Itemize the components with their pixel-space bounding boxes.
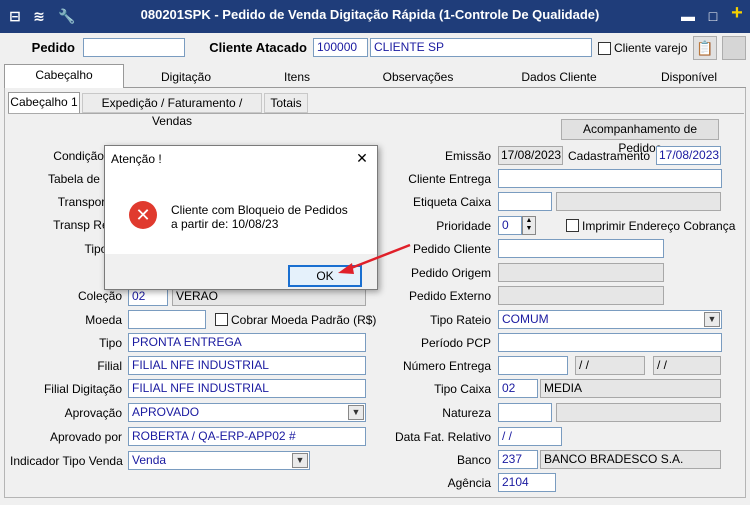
indicador-label: Indicador Tipo Venda xyxy=(10,454,123,468)
moeda-label: Moeda xyxy=(85,313,122,327)
indicador-value: Venda xyxy=(132,453,167,467)
tab-disponivel[interactable]: Disponível xyxy=(630,67,748,88)
chevron-down-icon[interactable]: ▼ xyxy=(348,405,364,420)
cliente-varejo-label: Cliente varejo xyxy=(614,41,688,55)
pedido-externo-field xyxy=(498,286,664,305)
close-icon[interactable]: ✕ xyxy=(353,150,371,167)
clipboard-icon[interactable]: 📋 xyxy=(693,36,717,60)
cliente-entrega-label: Cliente Entrega xyxy=(408,172,491,186)
agencia-input[interactable]: 2104 xyxy=(498,473,556,492)
tipo-rateio-value: COMUM xyxy=(502,312,549,326)
cliente-varejo-checkbox[interactable] xyxy=(598,42,611,55)
etiqueta-label: Etiqueta Caixa xyxy=(412,195,491,209)
tipo-rateio-select[interactable]: COMUM ▼ xyxy=(498,310,722,329)
chevron-down-icon[interactable]: ▼ xyxy=(292,453,308,468)
imprimir-label: Imprimir Endereço Cobrança xyxy=(582,219,736,233)
dialog-message-line1: Cliente com Bloqueio de Pedidos xyxy=(171,203,348,217)
tipo-label: Tipo xyxy=(99,336,122,350)
cliente-entrega-input[interactable] xyxy=(498,169,722,188)
window-title: 080201SPK - Pedido de Venda Digitação Rá… xyxy=(140,7,600,22)
numero-entrega-label: Número Entrega xyxy=(402,359,491,373)
cadastramento-field[interactable]: 17/08/2023 xyxy=(656,146,721,165)
filial-digitacao-label: Filial Digitação xyxy=(43,382,122,396)
aprovacao-select[interactable]: APROVADO ▼ xyxy=(128,403,366,422)
aprovado-por-label: Aprovado por xyxy=(49,430,122,444)
subtab-totais[interactable]: Totais xyxy=(264,93,308,113)
agencia-label: Agência xyxy=(447,476,491,490)
title-bar: ⊟ ≋ 🔧 080201SPK - Pedido de Venda Digita… xyxy=(0,0,750,33)
extra-button[interactable] xyxy=(722,36,746,60)
tab-observacoes[interactable]: Observações xyxy=(348,67,488,88)
banco-label: Banco xyxy=(456,453,491,467)
dialog-message-line2: a partir de: 10/08/23 xyxy=(171,217,279,231)
tab-cabecalho[interactable]: Cabeçalho xyxy=(4,64,124,88)
cliente-code-input[interactable]: 100000 xyxy=(313,38,368,57)
aprovacao-label: Aprovação xyxy=(64,406,122,420)
cliente-atacado-label: Cliente Atacado xyxy=(209,40,307,55)
emissao-label: Emissão xyxy=(444,149,491,163)
tipo-input[interactable]: PRONTA ENTREGA xyxy=(128,333,366,352)
entrega-date-1: / / xyxy=(575,356,645,375)
cadastramento-label: Cadastramento xyxy=(568,149,651,163)
etiqueta-name-field xyxy=(556,192,721,211)
pedido-label: Pedido xyxy=(31,40,75,55)
subtab-divider xyxy=(8,113,744,114)
minimize-button[interactable]: ▬ xyxy=(679,8,697,24)
entrega-date-2: / / xyxy=(653,356,721,375)
tab-dados-cliente[interactable]: Dados Cliente xyxy=(490,67,628,88)
natureza-name-field xyxy=(556,403,721,422)
prioridade-stepper[interactable]: 0 xyxy=(498,216,522,235)
cobrar-moeda-checkbox[interactable] xyxy=(215,313,228,326)
tab-itens[interactable]: Itens xyxy=(248,67,346,88)
aprovado-por-input[interactable]: ROBERTA / QA-ERP-APP02 # xyxy=(128,427,366,446)
wrench-icon[interactable]: 🔧 xyxy=(58,8,76,24)
tipo-caixa-code-input[interactable]: 02 xyxy=(498,379,538,398)
banco-code-input[interactable]: 237 xyxy=(498,450,538,469)
prioridade-label: Prioridade xyxy=(436,219,491,233)
cliente-name-input[interactable]: CLIENTE SP xyxy=(370,38,592,57)
maximize-button[interactable]: □ xyxy=(704,8,722,24)
window-menu-icon[interactable]: ⊟ xyxy=(6,8,24,24)
banco-name-field: BANCO BRADESCO S.A. xyxy=(540,450,721,469)
chevron-down-icon[interactable]: ▼ xyxy=(704,312,720,327)
annotation-arrow xyxy=(338,243,411,274)
acompanhamento-button[interactable]: Acompanhamento de Pedidos xyxy=(561,119,719,155)
cobrar-moeda-label: Cobrar Moeda Padrão (R$) xyxy=(231,313,377,327)
filial-digitacao-input[interactable]: FILIAL NFE INDUSTRIAL xyxy=(128,379,366,398)
periodo-input[interactable] xyxy=(498,333,722,352)
colecao-label: Coleção xyxy=(77,289,122,303)
moeda-input[interactable] xyxy=(128,310,206,329)
natureza-label: Natureza xyxy=(442,406,491,420)
spin-arrows-icon[interactable]: ▲ ▼ xyxy=(522,216,536,235)
pedido-cliente-input[interactable] xyxy=(498,239,664,258)
aprovacao-value: APROVADO xyxy=(132,405,200,419)
periodo-label: Período PCP xyxy=(420,336,491,350)
error-icon: ✕ xyxy=(129,201,157,229)
subtab-expedicao[interactable]: Expedição / Faturamento / Vendas xyxy=(82,93,262,128)
filial-label: Filial xyxy=(97,359,122,373)
subtab-cabecalho-1[interactable]: Cabeçalho 1 xyxy=(8,92,80,114)
etiqueta-code-input[interactable] xyxy=(498,192,552,211)
dialog-title: Atenção ! xyxy=(111,152,162,166)
data-fat-label: Data Fat. Relativo xyxy=(394,430,491,444)
pedido-input[interactable] xyxy=(83,38,185,57)
pedido-origem-field xyxy=(498,263,664,282)
tipo-rateio-label: Tipo Rateio xyxy=(430,313,491,327)
add-button[interactable]: + xyxy=(728,3,746,23)
indicador-select[interactable]: Venda ▼ xyxy=(128,451,310,470)
imprimir-checkbox[interactable] xyxy=(566,219,579,232)
numero-entrega-input[interactable] xyxy=(498,356,568,375)
filial-input[interactable]: FILIAL NFE INDUSTRIAL xyxy=(128,356,366,375)
emissao-field: 17/08/2023 xyxy=(498,146,563,165)
stack-icon[interactable]: ≋ xyxy=(30,8,48,24)
natureza-code-input[interactable] xyxy=(498,403,552,422)
tab-digitacao[interactable]: Digitação xyxy=(126,67,246,88)
tipo-caixa-label: Tipo Caixa xyxy=(434,382,491,396)
data-fat-input[interactable]: / / xyxy=(498,427,562,446)
pedido-externo-label: Pedido Externo xyxy=(408,289,491,303)
tipo-caixa-name-field: MEDIA xyxy=(540,379,721,398)
